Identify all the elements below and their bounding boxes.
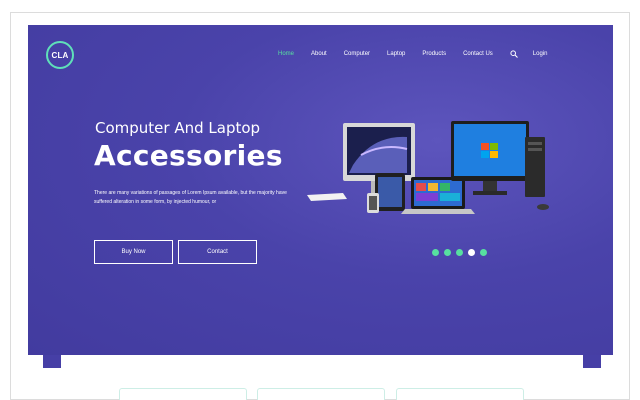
- hero-banner: CLA Home About Computer Laptop Products …: [28, 25, 613, 355]
- pc-tower-image: [525, 137, 545, 197]
- laptop-image: [401, 177, 475, 214]
- nav-contact-us[interactable]: Contact Us: [463, 51, 493, 57]
- logo-text: CLA: [51, 50, 69, 60]
- nav-home[interactable]: Home: [278, 51, 294, 57]
- nav-login[interactable]: Login: [533, 51, 548, 57]
- hero-decoration-left: [43, 355, 61, 368]
- carousel-indicators: [432, 249, 492, 256]
- ipad-image: [375, 173, 405, 211]
- hero-title: Accessories: [94, 139, 283, 172]
- main-nav: Home About Computer Laptop Products Cont…: [278, 48, 564, 60]
- feature-card[interactable]: [396, 388, 524, 400]
- search-icon[interactable]: [510, 50, 518, 58]
- hero-description: There are many variations of passages of…: [94, 190, 287, 205]
- nav-products[interactable]: Products: [422, 51, 446, 57]
- carousel-dot[interactable]: [480, 249, 487, 256]
- carousel-dot[interactable]: [432, 249, 439, 256]
- contact-button[interactable]: Contact: [178, 240, 257, 264]
- carousel-dot[interactable]: [444, 249, 451, 256]
- hero-decoration-right: [583, 355, 601, 368]
- phone-image: [367, 193, 379, 213]
- nav-laptop[interactable]: Laptop: [387, 51, 405, 57]
- mouse-image: [537, 204, 549, 210]
- carousel-dot-active[interactable]: [468, 249, 475, 256]
- buy-now-button[interactable]: Buy Now: [94, 240, 173, 264]
- hero-subtitle: Computer And Laptop: [95, 119, 261, 137]
- nav-computer[interactable]: Computer: [344, 51, 370, 57]
- nav-about[interactable]: About: [311, 51, 327, 57]
- feature-card[interactable]: [257, 388, 385, 400]
- feature-card[interactable]: [119, 388, 247, 400]
- site-logo[interactable]: CLA: [46, 41, 74, 69]
- keyboard-image: [307, 193, 347, 201]
- devices-illustration: [307, 121, 549, 214]
- carousel-dot[interactable]: [456, 249, 463, 256]
